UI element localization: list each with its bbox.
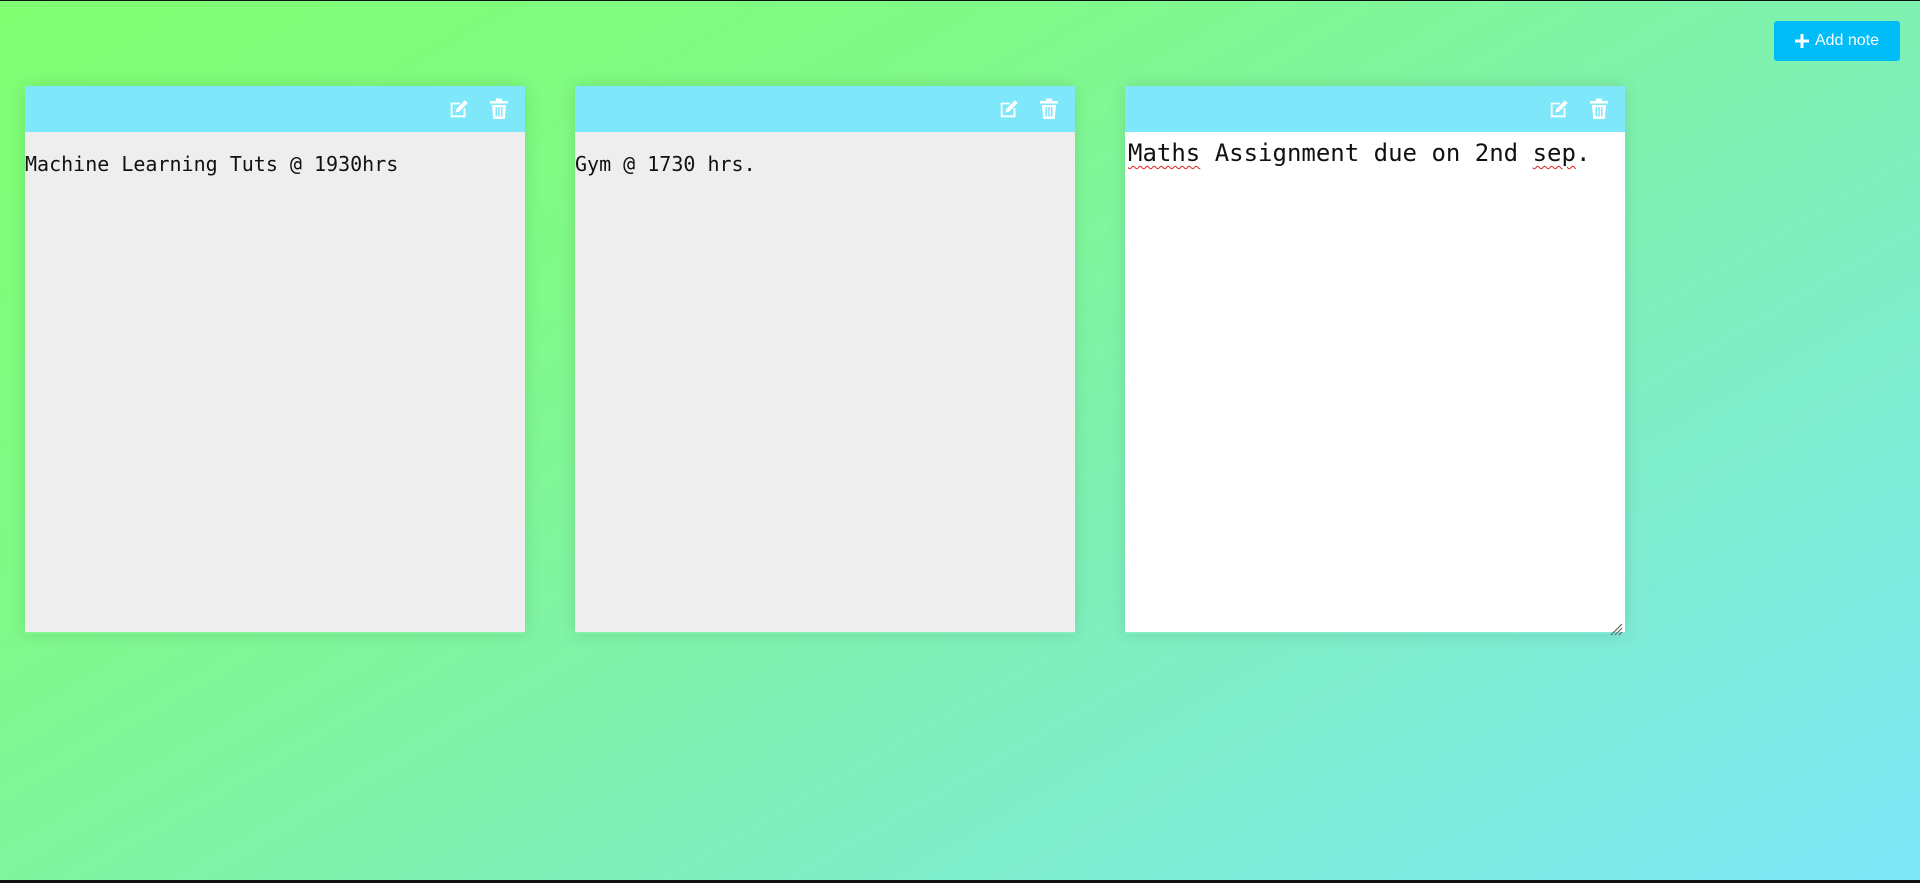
edit-icon[interactable]: [447, 97, 471, 121]
edit-icon[interactable]: [1547, 97, 1571, 121]
misspelled-word: sep: [1532, 139, 1576, 167]
add-note-label: Add note: [1814, 32, 1880, 49]
note-header: [1125, 86, 1625, 132]
plus-icon: [1794, 34, 1809, 48]
note-textarea[interactable]: Maths Assignment due on 2nd sep.: [1125, 132, 1625, 636]
note-header: [575, 86, 1075, 132]
note-text[interactable]: Machine Learning Tuts @ 1930hrs: [25, 132, 525, 632]
trash-icon[interactable]: [1037, 97, 1061, 121]
note-card: Machine Learning Tuts @ 1930hrs: [25, 86, 525, 634]
note-card: Gym @ 1730 hrs.: [575, 86, 1075, 634]
trash-icon[interactable]: [1587, 97, 1611, 121]
note-text-segment: .: [1575, 139, 1591, 167]
misspelled-word: Maths: [1128, 139, 1201, 167]
note-card-editing: Maths Assignment due on 2nd sep.: [1125, 86, 1625, 636]
note-text[interactable]: Gym @ 1730 hrs.: [575, 132, 1075, 632]
resize-handle-icon[interactable]: [1607, 614, 1623, 636]
note-header: [25, 86, 525, 132]
trash-icon[interactable]: [487, 97, 511, 121]
edit-icon[interactable]: [997, 97, 1021, 121]
note-text-segment: Assignment due on 2nd: [1200, 139, 1533, 167]
top-border: [0, 0, 1920, 1]
add-note-button[interactable]: Add note: [1774, 21, 1900, 61]
